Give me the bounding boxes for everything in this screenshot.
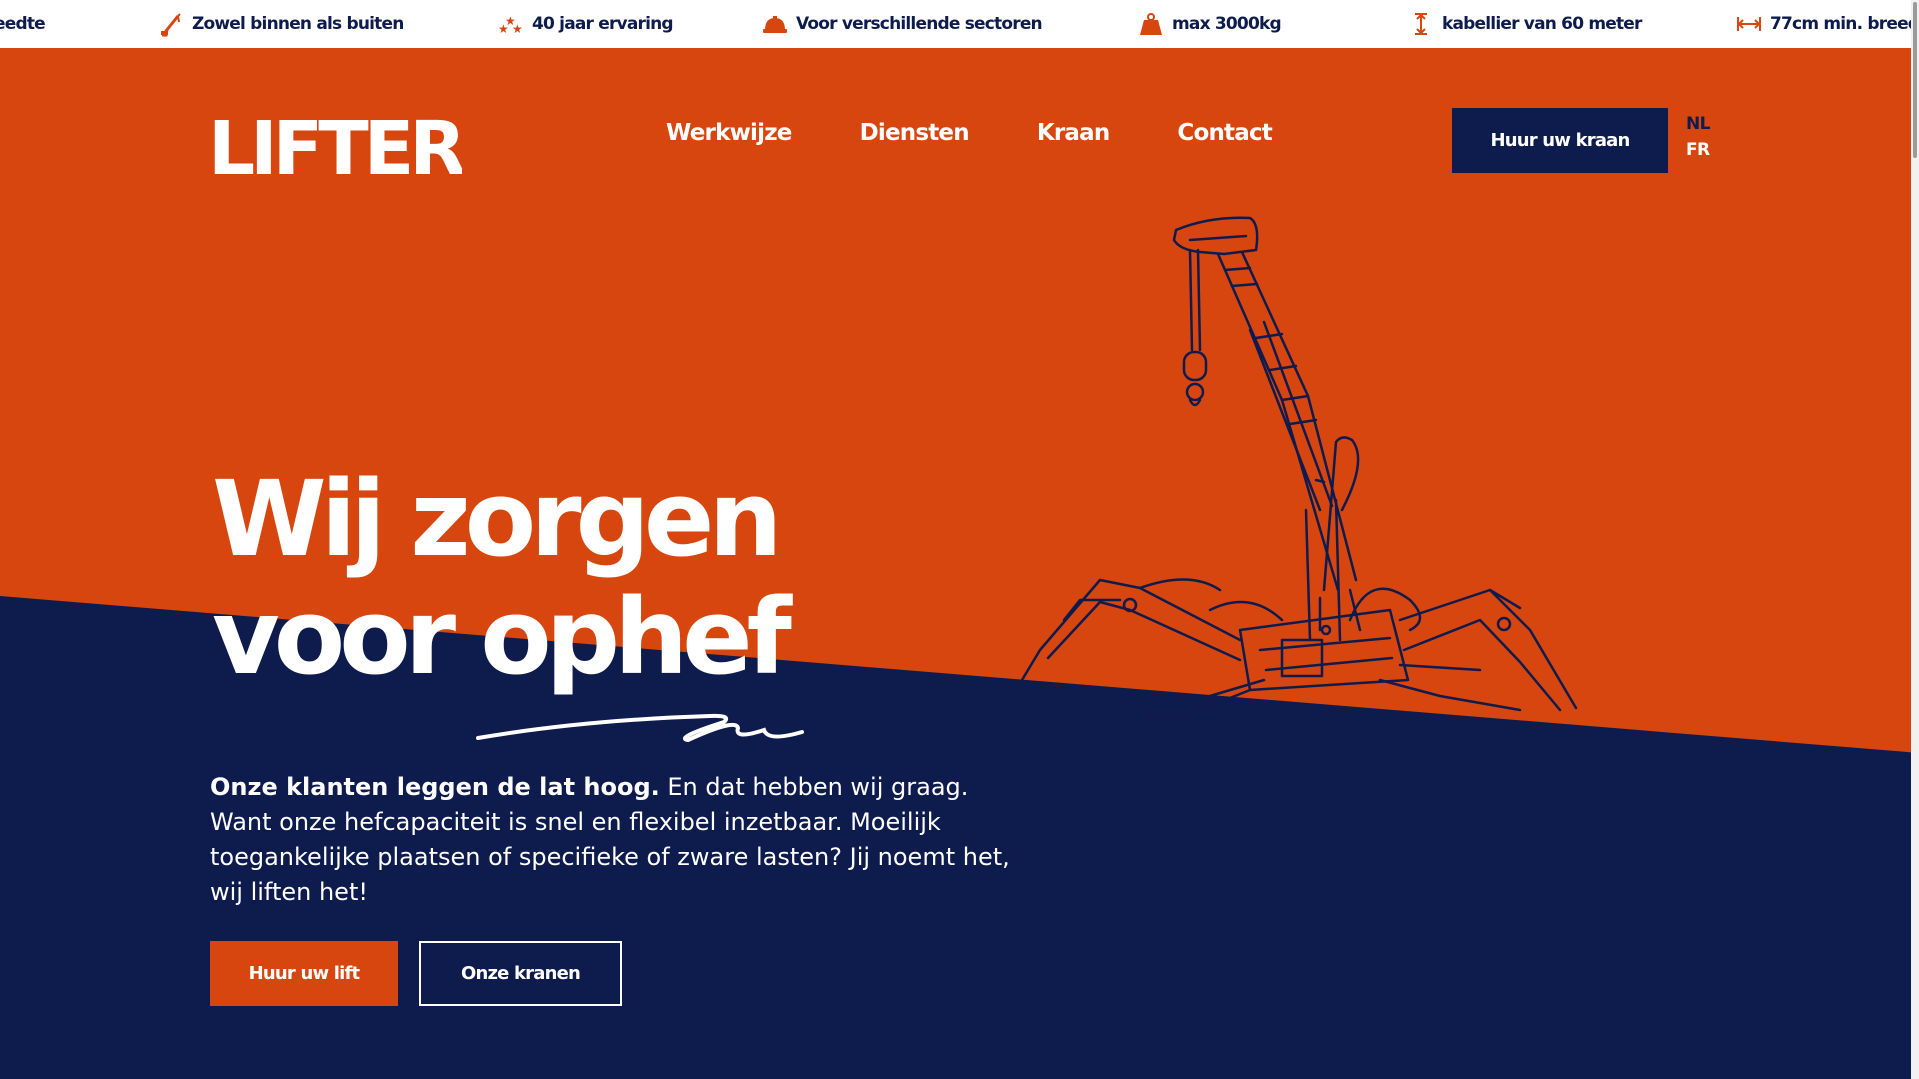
hard-hat-icon xyxy=(763,16,787,33)
ticker-label: kabellier van 60 meter xyxy=(1442,14,1642,34)
ticker-item: eedte xyxy=(0,0,46,48)
page-scrollbar[interactable] xyxy=(1911,0,1919,1079)
ticker-item: ★ ★ ★ 40 jaar ervaring xyxy=(498,0,674,48)
underline-squiggle xyxy=(476,713,804,743)
stars-icon: ★ ★ ★ xyxy=(498,14,523,36)
svg-text:★: ★ xyxy=(512,22,522,36)
headline-line-2: voor ophef xyxy=(212,576,792,698)
nav-item-diensten[interactable]: Diensten xyxy=(860,120,970,146)
language-option-nl[interactable]: NL xyxy=(1686,114,1710,134)
ticker-item: 77cm min. breedte xyxy=(1736,0,1919,48)
ticker-item: Zowel binnen als buiten xyxy=(158,0,404,48)
height-arrow-icon xyxy=(1415,13,1427,35)
rent-lift-button[interactable]: Huur uw lift xyxy=(210,941,398,1006)
lifters-logo[interactable]: LIFTERS xyxy=(208,104,462,176)
hero-headline: Wij zorgen voor ophef xyxy=(212,458,792,698)
ticker-label: max 3000kg xyxy=(1172,14,1282,34)
ticker-label: Voor verschillende sectoren xyxy=(796,14,1043,34)
ticker-item: kabellier van 60 meter xyxy=(1408,0,1642,48)
main-navigation: Werkwijze Diensten Kraan Contact xyxy=(666,120,1273,146)
ticker-item: Voor verschillende sectoren xyxy=(762,0,1043,48)
spider-crane-illustration xyxy=(1020,216,1578,720)
weight-icon xyxy=(1140,13,1162,35)
rent-crane-button[interactable]: Huur uw kraan xyxy=(1452,108,1668,173)
ticker-label: eedte xyxy=(0,14,46,34)
ticker-item: max 3000kg xyxy=(1138,0,1282,48)
our-cranes-button[interactable]: Onze kranen xyxy=(419,941,622,1006)
width-arrows-icon xyxy=(1737,17,1761,31)
feature-ticker: eedte Zowel binnen als buiten ★ ★ ★ 40 j… xyxy=(0,0,1919,48)
hero-intro-text: Onze klanten leggen de lat hoog. En dat … xyxy=(210,770,1010,910)
nav-item-kraan[interactable]: Kraan xyxy=(1037,120,1110,146)
nav-item-contact[interactable]: Contact xyxy=(1177,120,1272,146)
nav-item-werkwijze[interactable]: Werkwijze xyxy=(666,120,792,146)
crane-arm-icon xyxy=(161,13,181,37)
ticker-label: 77cm min. breedte xyxy=(1770,14,1919,34)
ticker-label: 40 jaar ervaring xyxy=(532,14,674,34)
scrollbar-thumb[interactable] xyxy=(1913,2,1917,158)
language-switcher: NL FR xyxy=(1686,114,1710,160)
language-option-fr[interactable]: FR xyxy=(1686,140,1710,160)
intro-bold-text: Onze klanten leggen de lat hoog. xyxy=(210,773,660,801)
svg-text:LIFTERS: LIFTERS xyxy=(208,106,462,176)
ticker-label: Zowel binnen als buiten xyxy=(192,14,404,34)
headline-line-1: Wij zorgen xyxy=(212,458,783,580)
